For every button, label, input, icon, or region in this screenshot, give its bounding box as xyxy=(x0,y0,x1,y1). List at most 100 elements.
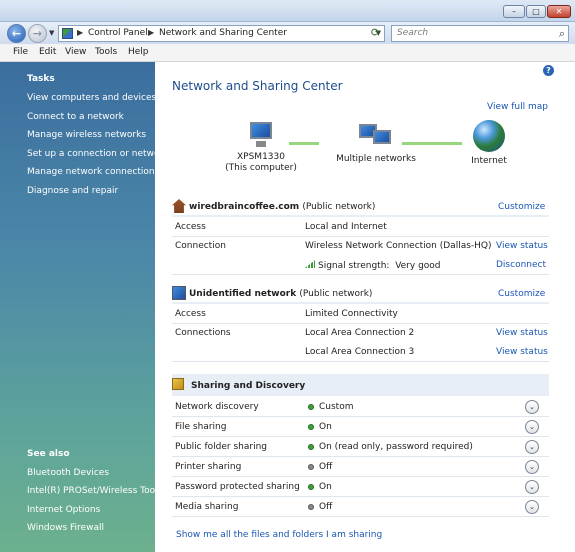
sharing-row-network-discovery: Network discovery Custom ⌄ xyxy=(172,397,549,417)
sharing-label: Media sharing xyxy=(175,502,239,512)
access-label: Access xyxy=(175,222,206,232)
menu-file[interactable]: File xyxy=(13,47,28,57)
computer-name: XPSM1330 xyxy=(237,152,285,162)
unidentified-network-icon xyxy=(172,286,186,300)
access-value: Limited Connectivity xyxy=(305,309,398,319)
view-full-map-link[interactable]: View full map xyxy=(487,102,548,112)
refresh-button[interactable]: ⟳ xyxy=(366,25,385,42)
see-also-proset[interactable]: Intel(R) PROSet/Wireless Tools xyxy=(27,486,162,496)
refresh-icon: ⟳ xyxy=(370,26,381,39)
sharing-value: Off xyxy=(319,462,333,472)
see-also-internet-options[interactable]: Internet Options xyxy=(27,505,100,515)
address-box[interactable]: ▶ Control Panel ▶ Network and Sharing Ce… xyxy=(58,25,385,42)
lan2-value: Local Area Connection 2 xyxy=(305,328,415,338)
expand-chevron-icon[interactable]: ⌄ xyxy=(525,420,539,434)
lan3-view-status-link[interactable]: View status xyxy=(496,347,548,357)
multiple-networks-label: Multiple networks xyxy=(336,154,416,164)
disconnect-link[interactable]: Disconnect xyxy=(496,260,546,270)
sharing-label: File sharing xyxy=(175,422,227,432)
breadcrumb-network-sharing[interactable]: Network and Sharing Center xyxy=(159,28,287,38)
computer-sub: (This computer) xyxy=(225,163,297,173)
network2-connection-row-2: Local Area Connection 3 View status xyxy=(172,342,549,362)
internet-globe-icon xyxy=(473,120,505,152)
forward-button[interactable]: → xyxy=(28,24,47,43)
breadcrumb-separator-icon[interactable]: ▶ xyxy=(148,28,154,37)
tasks-pane: Tasks View computers and devices Connect… xyxy=(0,62,168,552)
task-connect-network[interactable]: Connect to a network xyxy=(27,112,124,122)
minimize-button[interactable]: – xyxy=(503,5,525,18)
sharing-row-media: Media sharing Off ⌄ xyxy=(172,497,549,517)
signal-label: Signal strength: xyxy=(318,261,390,271)
network1-signal-row: Signal strength: Very good Disconnect xyxy=(172,255,549,275)
network2-name: Unidentified network xyxy=(189,289,297,299)
search-input[interactable]: Search ⌕ xyxy=(391,25,569,42)
address-bar: ← → ▼ ▶ Control Panel ▶ Network and Shar… xyxy=(0,22,575,44)
search-icon[interactable]: ⌕ xyxy=(559,27,565,41)
expand-chevron-icon[interactable]: ⌄ xyxy=(525,500,539,514)
network1-customize-link[interactable]: Customize xyxy=(498,202,545,212)
see-also-firewall[interactable]: Windows Firewall xyxy=(27,523,104,533)
network2-customize-link[interactable]: Customize xyxy=(498,289,545,299)
breadcrumb-control-panel[interactable]: Control Panel xyxy=(88,28,148,38)
network2-connection-row: Connections Local Area Connection 2 View… xyxy=(172,323,549,343)
sharing-value: On (read only, password required) xyxy=(319,442,473,452)
back-arrow-icon: ← xyxy=(11,27,22,40)
task-setup-connection[interactable]: Set up a connection or network xyxy=(27,149,168,159)
home-network-icon xyxy=(172,199,186,213)
recent-pages-dropdown[interactable]: ▼ xyxy=(49,29,54,37)
sharing-row-printer: Printer sharing Off ⌄ xyxy=(172,457,549,477)
access-value: Local and Internet xyxy=(305,222,387,232)
multiple-networks-icon xyxy=(357,122,395,150)
breadcrumb-separator-icon[interactable]: ▶ xyxy=(77,28,83,37)
connection-label: Connection xyxy=(175,241,226,251)
expand-chevron-icon[interactable]: ⌄ xyxy=(525,440,539,454)
map-connector xyxy=(289,142,319,145)
sharing-heading: Sharing and Discovery xyxy=(191,381,306,391)
internet-label: Internet xyxy=(471,156,507,166)
task-diagnose-repair[interactable]: Diagnose and repair xyxy=(27,186,118,196)
menu-tools[interactable]: Tools xyxy=(95,47,117,57)
close-button[interactable]: ✕ xyxy=(547,5,571,18)
task-manage-wireless[interactable]: Manage wireless networks xyxy=(27,130,146,140)
see-also-heading: See also xyxy=(27,449,70,459)
menu-edit[interactable]: Edit xyxy=(39,47,56,57)
sharing-value: On xyxy=(319,482,332,492)
sharing-value: On xyxy=(319,422,332,432)
back-button[interactable]: ← xyxy=(7,24,26,43)
sharing-value: Off xyxy=(319,502,333,512)
main-content: ? Network and Sharing Center View full m… xyxy=(155,62,575,552)
see-also-bluetooth[interactable]: Bluetooth Devices xyxy=(27,468,109,478)
lan2-view-status-link[interactable]: View status xyxy=(496,328,548,338)
connection-value: Wireless Network Connection (Dallas-HQ) xyxy=(305,241,492,251)
access-label: Access xyxy=(175,309,206,319)
expand-chevron-icon[interactable]: ⌄ xyxy=(525,480,539,494)
task-view-computers[interactable]: View computers and devices xyxy=(27,93,156,103)
menu-bar: File Edit View Tools Help xyxy=(0,44,575,62)
map-this-computer[interactable]: XPSM1330 (This computer) xyxy=(221,122,301,174)
show-shared-files-link[interactable]: Show me all the files and folders I am s… xyxy=(176,530,382,540)
menu-view[interactable]: View xyxy=(65,47,86,57)
network1-view-status-link[interactable]: View status xyxy=(496,241,548,251)
map-internet[interactable]: Internet xyxy=(464,120,514,167)
sharing-row-file-sharing: File sharing On ⌄ xyxy=(172,417,549,437)
sharing-label: Public folder sharing xyxy=(175,442,268,452)
network2-access-row: Access Limited Connectivity xyxy=(172,304,549,324)
task-manage-connections[interactable]: Manage network connections xyxy=(27,167,159,177)
status-on-icon xyxy=(308,404,314,410)
status-on-icon xyxy=(308,424,314,430)
menu-help[interactable]: Help xyxy=(128,47,149,57)
help-icon[interactable]: ? xyxy=(543,65,554,76)
expand-chevron-icon[interactable]: ⌄ xyxy=(525,460,539,474)
network1-name: wiredbraincoffee.com xyxy=(189,202,300,212)
title-bar: – □ ✕ xyxy=(0,0,575,22)
signal-strength: Signal strength: Very good xyxy=(305,260,441,271)
status-on-icon xyxy=(308,484,314,490)
sharing-value: Custom xyxy=(319,402,354,412)
signal-value: Very good xyxy=(395,261,441,271)
status-off-icon xyxy=(308,504,314,510)
lan3-value: Local Area Connection 3 xyxy=(305,347,415,357)
expand-chevron-icon[interactable]: ⌄ xyxy=(525,400,539,414)
maximize-button[interactable]: □ xyxy=(526,5,546,18)
signal-strength-icon xyxy=(305,260,315,268)
sharing-label: Network discovery xyxy=(175,402,259,412)
